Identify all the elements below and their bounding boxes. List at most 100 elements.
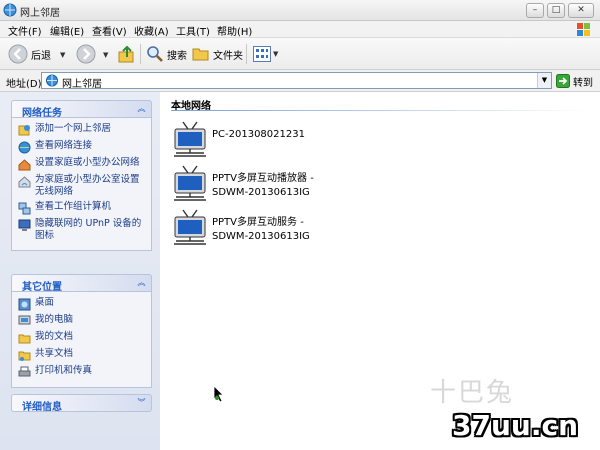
details-title: 详细信息 [22, 402, 62, 413]
place-printers-faxes[interactable]: 打印机和传真 [18, 365, 147, 379]
task-view-workgroup-computers[interactable]: 查看工作组计算机 [18, 201, 147, 215]
group-divider [171, 110, 591, 111]
task-label: 查看网络连接 [35, 140, 93, 151]
mouse-cursor-icon [213, 385, 224, 403]
details-header[interactable]: 详细信息 ︾ [11, 394, 152, 413]
desktop-icon [18, 298, 31, 311]
expand-chevron-icon[interactable]: ︾ [136, 398, 147, 409]
back-dropdown-icon[interactable]: ▼ [60, 51, 65, 59]
place-shared-documents[interactable]: 共享文档 [18, 348, 147, 362]
task-setup-home-network[interactable]: 设置家庭或小型办公网络 [18, 157, 147, 171]
wireless-network-icon [18, 176, 31, 188]
collapse-chevron-icon[interactable]: ︽ [136, 278, 147, 289]
forward-dropdown-icon[interactable]: ▼ [103, 51, 108, 59]
other-places-body: 桌面 我的电脑 我的文档 共享文档 打印机和传真 [11, 292, 152, 388]
task-hide-upnp-icons[interactable]: 隐藏联网的 UPnP 设备的图标 [18, 218, 147, 242]
address-field[interactable]: 网上邻居 ▼ [41, 72, 552, 90]
item-name-line1: PC-201308021231 [212, 129, 305, 140]
close-button[interactable]: ✕ [568, 3, 594, 18]
item-name-line1: PPTV多屏互动服务 - [212, 217, 304, 228]
item-name-line1: PPTV多屏互动播放器 - [212, 173, 314, 184]
task-label: 查看工作组计算机 [35, 201, 112, 212]
task-add-network-place[interactable]: 添加一个网上邻居 [18, 123, 147, 137]
toolbar-separator [246, 44, 247, 64]
menu-favorites[interactable]: 收藏(A) [134, 23, 169, 38]
task-view-network-connections[interactable]: 查看网络连接 [18, 140, 147, 154]
folders-icon [192, 48, 209, 61]
place-my-documents[interactable]: 我的文档 [18, 331, 147, 345]
upnp-device-icon [18, 219, 31, 231]
go-arrow-icon [556, 74, 570, 88]
views-icon [253, 46, 271, 62]
views-dropdown-icon: ▼ [273, 50, 279, 58]
item-name-line2: SDWM-20130613IG [212, 231, 310, 242]
printers-icon [18, 366, 31, 377]
address-value: 网上邻居 [62, 79, 102, 90]
network-item[interactable]: PPTV多屏互动播放器 - SDWM-20130613IG [172, 164, 472, 208]
place-my-computer[interactable]: 我的电脑 [18, 314, 147, 328]
place-label: 桌面 [35, 297, 55, 308]
workgroup-computers-icon [18, 202, 31, 215]
item-name-line2: SDWM-20130613IG [212, 187, 310, 198]
menu-file[interactable]: 文件(F) [8, 23, 42, 38]
menu-view[interactable]: 查看(V) [92, 23, 127, 38]
menu-edit[interactable]: 编辑(E) [50, 23, 84, 38]
network-places-icon [3, 3, 17, 17]
forward-button[interactable] [76, 43, 96, 65]
menu-help[interactable]: 帮助(H) [217, 23, 252, 38]
other-places-header[interactable]: 其它位置 ︽ [11, 274, 152, 293]
back-label: 后退 [31, 50, 51, 62]
shared-documents-icon [18, 351, 31, 361]
address-dropdown-icon[interactable]: ▼ [537, 73, 551, 88]
back-arrow-icon [8, 44, 28, 64]
maximize-button[interactable]: □ [547, 3, 565, 18]
task-label: 添加一个网上邻居 [35, 123, 112, 134]
go-label: 转到 [573, 77, 593, 89]
go-button[interactable]: 转到 [556, 73, 593, 89]
menu-tools[interactable]: 工具(T) [176, 23, 210, 38]
place-desktop[interactable]: 桌面 [18, 297, 147, 311]
home-network-icon [18, 159, 31, 171]
address-bar: 地址(D) 网上邻居 ▼ 转到 [0, 70, 600, 92]
folders-button[interactable]: 文件夹 [192, 43, 243, 65]
network-media-device-icon [174, 165, 206, 201]
folders-label: 文件夹 [213, 50, 243, 62]
place-label: 打印机和传真 [35, 365, 93, 376]
network-tasks-body: 添加一个网上邻居 查看网络连接 设置家庭或小型办公网络 为家庭或小型办公室设置无… [11, 118, 152, 251]
up-folder-button[interactable] [118, 43, 136, 65]
search-button[interactable]: 搜索 [146, 43, 187, 65]
network-computer-icon [174, 121, 206, 157]
details-panel: 详细信息 ︾ [11, 394, 152, 413]
search-label: 搜索 [167, 50, 187, 62]
network-item[interactable]: PC-201308021231 [172, 120, 472, 164]
toolbar: 后退 ▼ ▼ 搜索 文件夹 ▼ [0, 38, 600, 70]
toolbar-separator [140, 44, 141, 64]
item-name: PC-201308021231 [212, 128, 305, 142]
views-button[interactable]: ▼ [253, 43, 278, 65]
task-pane: 网络任务 ︽ 添加一个网上邻居 查看网络连接 设置家庭或小型办公网络 为家庭或小… [0, 92, 160, 450]
network-tasks-panel: 网络任务 ︽ 添加一个网上邻居 查看网络连接 设置家庭或小型办公网络 为家庭或小… [11, 100, 152, 251]
minimize-button[interactable]: – [526, 3, 544, 18]
search-icon [147, 46, 163, 62]
place-label: 我的文档 [35, 331, 74, 342]
forward-arrow-icon [76, 44, 96, 64]
task-setup-wireless-network[interactable]: 为家庭或小型办公室设置无线网络 [18, 174, 147, 198]
place-label: 共享文档 [35, 348, 74, 359]
add-network-place-icon [18, 125, 30, 136]
network-item[interactable]: PPTV多屏互动服务 - SDWM-20130613IG [172, 208, 472, 252]
place-label: 我的电脑 [35, 314, 74, 325]
up-folder-icon [118, 45, 134, 63]
other-places-panel: 其它位置 ︽ 桌面 我的电脑 我的文档 共享文档 打印机和传真 [11, 274, 152, 388]
address-label: 地址(D) [6, 79, 42, 90]
network-places-icon [46, 74, 58, 87]
task-label: 隐藏联网的 UPnP 设备的图标 [35, 218, 142, 241]
network-media-device-icon [174, 209, 206, 245]
my-computer-icon [18, 315, 31, 325]
task-label: 为家庭或小型办公室设置无线网络 [35, 174, 140, 197]
collapse-chevron-icon[interactable]: ︽ [136, 104, 147, 115]
network-connections-icon [18, 141, 31, 154]
network-tasks-header[interactable]: 网络任务 ︽ [11, 100, 152, 119]
item-name: PPTV多屏互动播放器 - SDWM-20130613IG [212, 172, 314, 200]
back-button[interactable]: 后退 [8, 43, 51, 65]
content-pane: 本地网络 PC-201308021231 PPTV多屏互动播放器 - SDWM-… [160, 92, 600, 450]
